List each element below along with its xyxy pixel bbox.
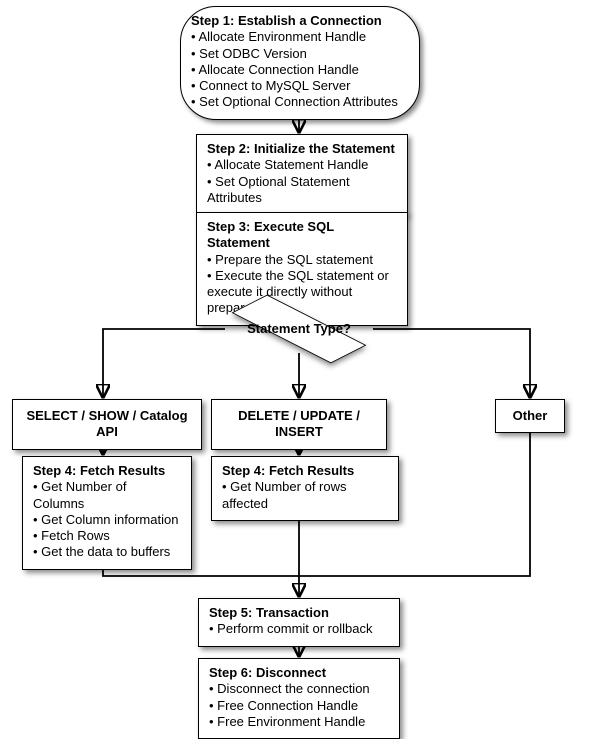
step6-item: Free Environment Handle — [209, 714, 389, 730]
node-step1: Step 1: Establish a Connection Allocate … — [180, 6, 420, 120]
branch-mid-label: DELETE / UPDATE / INSERT — [238, 408, 360, 439]
flowchart-canvas: Step 1: Establish a Connection Allocate … — [0, 0, 598, 737]
step4-mid-item: Get Number of rows affected — [222, 479, 388, 512]
step2-title: Step 2: Initialize the Statement — [207, 141, 395, 156]
step4-left-item: Get the data to buffers — [33, 544, 181, 560]
step6-item: Free Connection Handle — [209, 698, 389, 714]
decision-label: Statement Type? — [225, 322, 373, 336]
step6-title: Step 6: Disconnect — [209, 665, 326, 680]
node-branch-right: Other — [495, 399, 565, 433]
step4-left-item: Get Number of Columns — [33, 479, 181, 512]
branch-left-label: SELECT / SHOW / Catalog API — [26, 408, 187, 439]
step5-item: Perform commit or rollback — [209, 621, 389, 637]
step3-item: Prepare the SQL statement — [207, 252, 397, 268]
node-step6: Step 6: Disconnect Disconnect the connec… — [198, 658, 400, 739]
step1-item: Set ODBC Version — [191, 46, 409, 62]
branch-right-label: Other — [513, 408, 548, 423]
node-step5: Step 5: Transaction Perform commit or ro… — [198, 598, 400, 647]
step4-mid-title: Step 4: Fetch Results — [222, 463, 354, 478]
step2-item: Set Optional Statement Attributes — [207, 174, 397, 207]
step1-item: Set Optional Connection Attributes — [191, 94, 409, 110]
node-step4-mid: Step 4: Fetch Results Get Number of rows… — [211, 456, 399, 521]
node-decision: Statement Type? — [225, 304, 373, 354]
node-branch-left: SELECT / SHOW / Catalog API — [12, 399, 202, 450]
step1-item: Allocate Environment Handle — [191, 29, 409, 45]
node-step2: Step 2: Initialize the Statement Allocat… — [196, 134, 408, 215]
step4-left-item: Get Column information — [33, 512, 181, 528]
step1-item: Connect to MySQL Server — [191, 78, 409, 94]
step3-title: Step 3: Execute SQL Statement — [207, 219, 334, 250]
step4-left-item: Fetch Rows — [33, 528, 181, 544]
node-branch-mid: DELETE / UPDATE / INSERT — [211, 399, 387, 450]
step6-item: Disconnect the connection — [209, 681, 389, 697]
step5-title: Step 5: Transaction — [209, 605, 329, 620]
node-step4-left: Step 4: Fetch Results Get Number of Colu… — [22, 456, 192, 570]
step4-left-title: Step 4: Fetch Results — [33, 463, 165, 478]
step2-item: Allocate Statement Handle — [207, 157, 397, 173]
step1-title: Step 1: Establish a Connection — [191, 13, 382, 28]
step1-item: Allocate Connection Handle — [191, 62, 409, 78]
